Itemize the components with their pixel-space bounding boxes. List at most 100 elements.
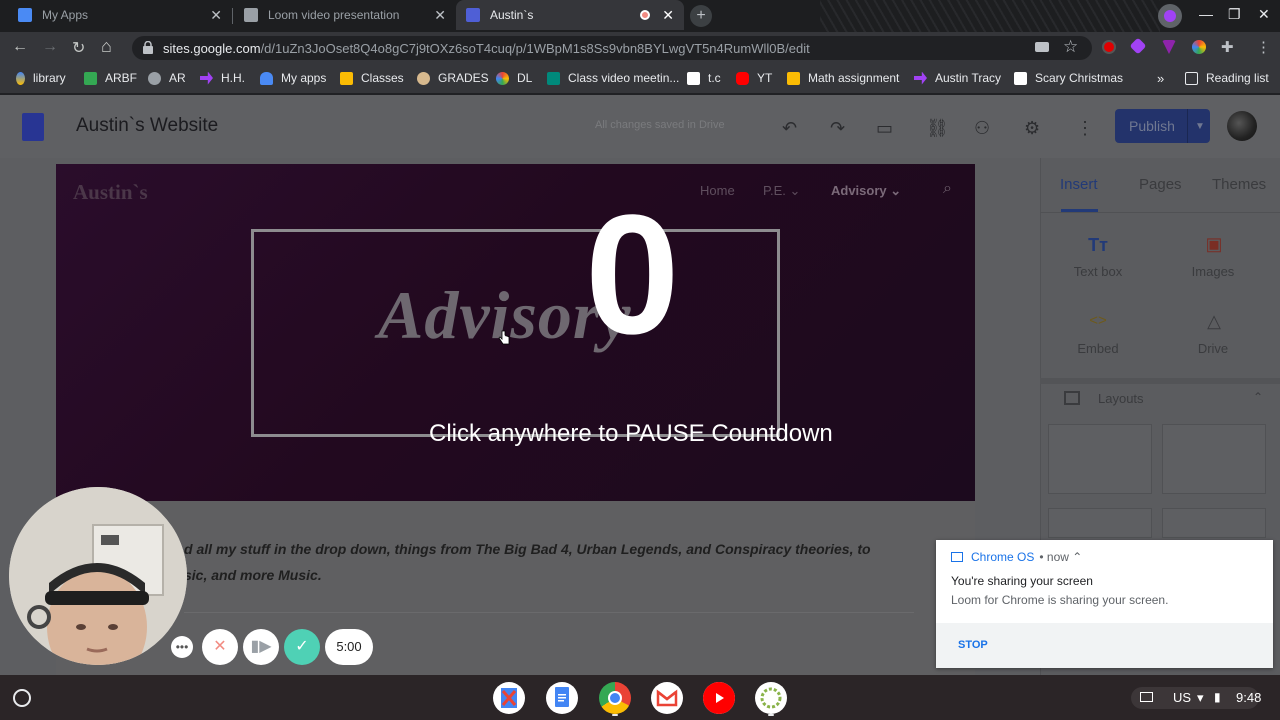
- settings-gear-icon[interactable]: ⚙: [1024, 118, 1040, 139]
- screen-share-notification[interactable]: Chrome OS • now ⌃ You're sharing your sc…: [936, 540, 1273, 668]
- loom-app-icon[interactable]: [755, 682, 787, 714]
- tab-pages[interactable]: Pages: [1139, 176, 1182, 193]
- text-box-icon: Tт: [1088, 235, 1108, 255]
- insert-drive[interactable]: Drive: [1168, 341, 1258, 356]
- screen-capture-icon[interactable]: [1140, 692, 1153, 702]
- new-tab-button[interactable]: +: [690, 5, 712, 27]
- tab-loom[interactable]: Loom video presentation ✕: [234, 0, 456, 30]
- site-title[interactable]: Austin`s Website: [76, 115, 218, 137]
- nav-advisory[interactable]: Advisory ⌄: [831, 183, 901, 199]
- insert-embed[interactable]: Embed: [1053, 341, 1143, 356]
- add-person-icon[interactable]: ⚇: [974, 118, 990, 139]
- close-icon[interactable]: ✕: [434, 7, 446, 24]
- tab-themes[interactable]: Themes: [1212, 176, 1266, 193]
- search-icon[interactable]: ⌕: [943, 180, 952, 198]
- bookmark-classes[interactable]: Classes: [340, 71, 404, 85]
- nav-label: P.E.: [763, 183, 786, 198]
- extension-color-icon[interactable]: [1192, 40, 1206, 54]
- ime-indicator[interactable]: US: [1173, 690, 1191, 705]
- bookmark-grades[interactable]: GRADES: [417, 71, 489, 85]
- loom-cancel-button[interactable]: ✕: [202, 629, 238, 665]
- maximize-icon[interactable]: ❐: [1228, 6, 1241, 23]
- bookmark-ar[interactable]: AR: [148, 71, 186, 85]
- account-avatar[interactable]: [1227, 111, 1257, 141]
- close-icon[interactable]: ✕: [662, 7, 674, 24]
- body-text[interactable]: d all my stuff in the drop down, things …: [184, 536, 914, 588]
- bookmark-math[interactable]: Math assignment: [787, 71, 899, 85]
- bookmarks-overflow[interactable]: »: [1157, 71, 1164, 86]
- countdown-number[interactable]: 0: [585, 190, 680, 360]
- gmail-icon[interactable]: [651, 682, 683, 714]
- profile-icon: [1164, 10, 1176, 22]
- t-icon: [687, 71, 700, 85]
- page-icon: [1014, 71, 1027, 85]
- tab-insert[interactable]: Insert: [1060, 176, 1098, 193]
- back-arrow-icon[interactable]: ←: [12, 38, 28, 56]
- bookmark-my-apps[interactable]: My apps: [260, 71, 326, 85]
- bookmark-tc[interactable]: t.c: [687, 71, 721, 85]
- forward-arrow-icon[interactable]: →: [42, 38, 58, 56]
- more-options-icon[interactable]: ⋮: [1076, 118, 1094, 139]
- star-icon[interactable]: ☆: [1063, 37, 1078, 57]
- minimize-icon[interactable]: —: [1199, 6, 1213, 22]
- insert-text-box[interactable]: Text box: [1053, 264, 1143, 279]
- tab-my-apps[interactable]: My Apps ✕: [8, 0, 232, 30]
- bookmark-yt[interactable]: YT: [736, 71, 772, 85]
- bookmark-library[interactable]: library: [16, 71, 66, 85]
- bookmark-class-video[interactable]: Class video meetin...: [547, 71, 679, 85]
- link-icon[interactable]: ⛓: [926, 118, 949, 139]
- loom-finish-button[interactable]: ✓: [284, 629, 320, 665]
- layouts-label[interactable]: Layouts: [1098, 391, 1144, 406]
- chrome-icon[interactable]: [599, 682, 631, 714]
- layout-thumbnail[interactable]: [1048, 424, 1152, 494]
- site-name[interactable]: Austin`s: [73, 180, 148, 205]
- redo-icon[interactable]: ↷: [830, 118, 845, 139]
- arrow-icon: [200, 71, 213, 85]
- insert-images[interactable]: Images: [1168, 264, 1258, 279]
- docs-x-app-icon[interactable]: [493, 682, 525, 714]
- bookmark-hh[interactable]: H.H.: [200, 71, 245, 85]
- clock[interactable]: 9:48: [1236, 690, 1261, 705]
- bookmark-label: ARBF: [105, 71, 138, 85]
- bookmark-austin-tracy[interactable]: Austin Tracy: [914, 71, 1001, 85]
- notification-app: Chrome OS: [971, 550, 1035, 564]
- close-icon[interactable]: ✕: [210, 7, 222, 24]
- camera-icon[interactable]: [1035, 42, 1049, 52]
- layout-thumbnail[interactable]: [1048, 508, 1152, 538]
- loom-record-icon[interactable]: [1102, 40, 1116, 54]
- chevron-up-icon[interactable]: ⌃: [1072, 550, 1082, 564]
- puzzle-icon[interactable]: ✚: [1221, 38, 1234, 56]
- meet-icon: [547, 71, 560, 85]
- sites-logo-icon[interactable]: [22, 113, 44, 141]
- profile-avatar[interactable]: [1158, 4, 1182, 28]
- layout-thumbnail[interactable]: [1162, 508, 1266, 538]
- google-docs-icon[interactable]: [546, 682, 578, 714]
- bookmark-scary-christmas[interactable]: Scary Christmas: [1014, 71, 1123, 85]
- reading-list[interactable]: Reading list: [1185, 71, 1269, 85]
- bookmark-dl[interactable]: DL: [496, 71, 532, 85]
- text-section[interactable]: [56, 501, 975, 675]
- undo-icon[interactable]: ↶: [782, 118, 797, 139]
- nav-home[interactable]: Home: [700, 183, 735, 198]
- youtube-icon[interactable]: [703, 682, 735, 714]
- webcam-bubble[interactable]: [9, 487, 187, 665]
- publish-button[interactable]: Publish ▼: [1115, 109, 1210, 143]
- chevron-down-icon[interactable]: ▼: [1195, 121, 1205, 132]
- more-vert-icon[interactable]: ⋮: [1256, 38, 1271, 56]
- chevron-up-icon[interactable]: ⌃: [1253, 390, 1263, 404]
- loom-pause-button[interactable]: ▮▶: [243, 629, 279, 665]
- preview-icon[interactable]: ▭: [876, 118, 893, 139]
- close-window-icon[interactable]: ✕: [1258, 6, 1270, 23]
- stop-sharing-button[interactable]: STOP: [958, 639, 988, 651]
- loom-more-button[interactable]: •••: [171, 636, 193, 658]
- pause-countdown-message[interactable]: Click anywhere to PAUSE Countdown: [429, 420, 833, 448]
- nav-pe[interactable]: P.E. ⌄: [763, 183, 800, 199]
- url-text[interactable]: sites.google.com/d/1uZn3JoOset8Q4o8gC7j9…: [163, 41, 810, 56]
- launcher-icon[interactable]: [13, 689, 31, 707]
- home-icon[interactable]: ⌂: [101, 36, 112, 57]
- tab-austins[interactable]: Austin`s ✕: [456, 0, 684, 30]
- bookmark-arbf[interactable]: ARBF: [84, 71, 137, 85]
- lock-icon: [143, 40, 153, 54]
- reload-icon[interactable]: ↻: [72, 38, 85, 58]
- layout-thumbnail[interactable]: [1162, 424, 1266, 494]
